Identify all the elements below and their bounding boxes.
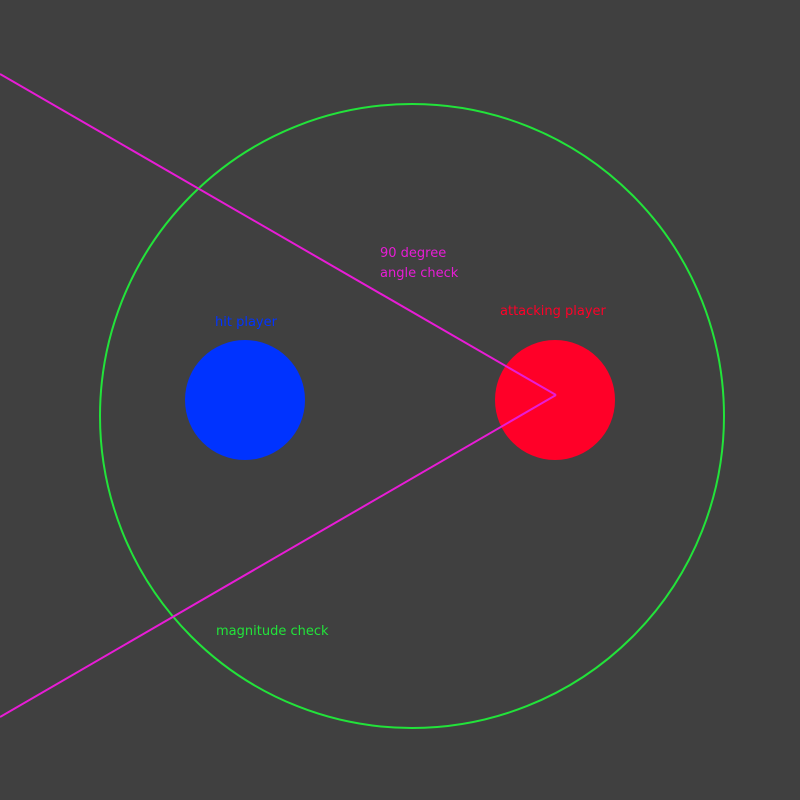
magnitude-check-label: magnitude check (216, 624, 329, 639)
attacking-player-circle (495, 340, 615, 460)
angle-check-upper-line (0, 73, 557, 396)
diagram-canvas: 90 degree angle check hit player attacki… (0, 73, 725, 729)
angle-check-label-line2: angle check (380, 266, 459, 281)
attacking-player-label: attacking player (500, 304, 607, 319)
angle-check-label-line1: 90 degree (380, 246, 446, 261)
hit-player-circle (185, 340, 305, 460)
hit-player-label: hit player (215, 315, 278, 330)
